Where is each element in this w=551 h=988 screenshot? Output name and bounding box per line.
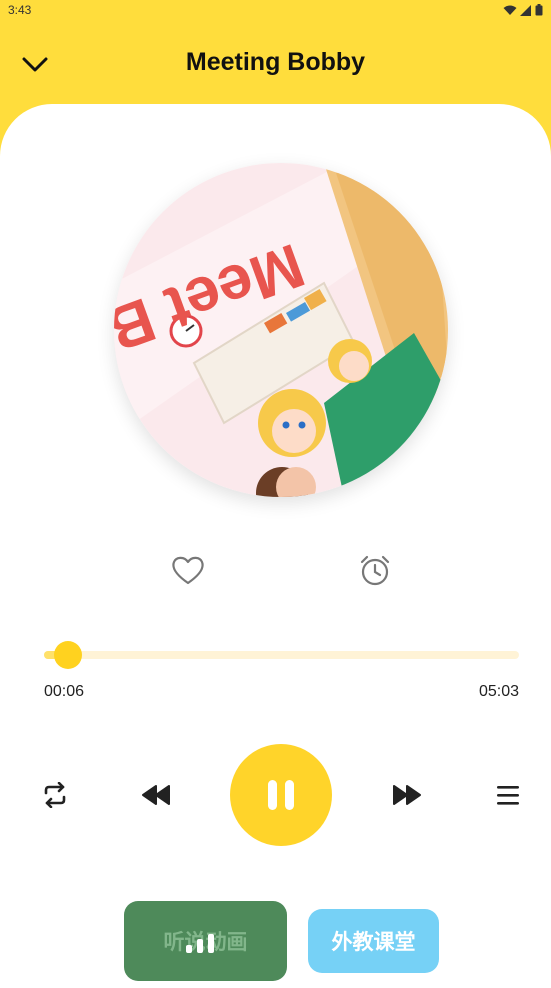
page-title: Meeting Bobby <box>185 48 366 76</box>
favorite-button[interactable] <box>170 553 206 587</box>
heart-icon <box>172 556 204 585</box>
progress-slider[interactable] <box>44 641 519 669</box>
fast-forward-icon <box>393 785 421 805</box>
signal-icon <box>520 4 531 16</box>
rewind-icon <box>142 785 170 805</box>
progress-knob[interactable] <box>53 641 82 669</box>
foreign-teacher-class-button[interactable]: 外教课堂 <box>308 909 439 973</box>
repeat-button[interactable] <box>40 780 70 810</box>
header: Meeting Bobby <box>0 30 551 96</box>
status-bar: 3:43 <box>0 0 551 20</box>
current-time: 00:06 <box>44 683 85 700</box>
status-icons <box>503 4 543 16</box>
fast-forward-button[interactable] <box>391 782 423 808</box>
animation-button[interactable]: 听说动画 <box>124 901 287 981</box>
menu-icon <box>497 786 519 805</box>
wifi-icon <box>503 5 517 15</box>
pause-button[interactable] <box>230 744 332 846</box>
equalizer-icon <box>186 934 214 953</box>
battery-icon <box>535 4 543 16</box>
status-time: 3:43 <box>8 3 32 17</box>
playlist-button[interactable] <box>494 781 522 809</box>
cover-illustration: Meet Bobby <box>114 163 448 497</box>
sleep-timer-button[interactable] <box>357 552 393 588</box>
alarm-clock-icon <box>360 555 390 586</box>
total-time: 05:03 <box>478 683 519 700</box>
rewind-button[interactable] <box>140 782 172 808</box>
pause-icon <box>268 780 294 810</box>
album-cover: Meet Bobby <box>114 163 448 497</box>
foreign-teacher-class-label: 外教课堂 <box>331 931 416 954</box>
repeat-icon <box>44 782 66 808</box>
